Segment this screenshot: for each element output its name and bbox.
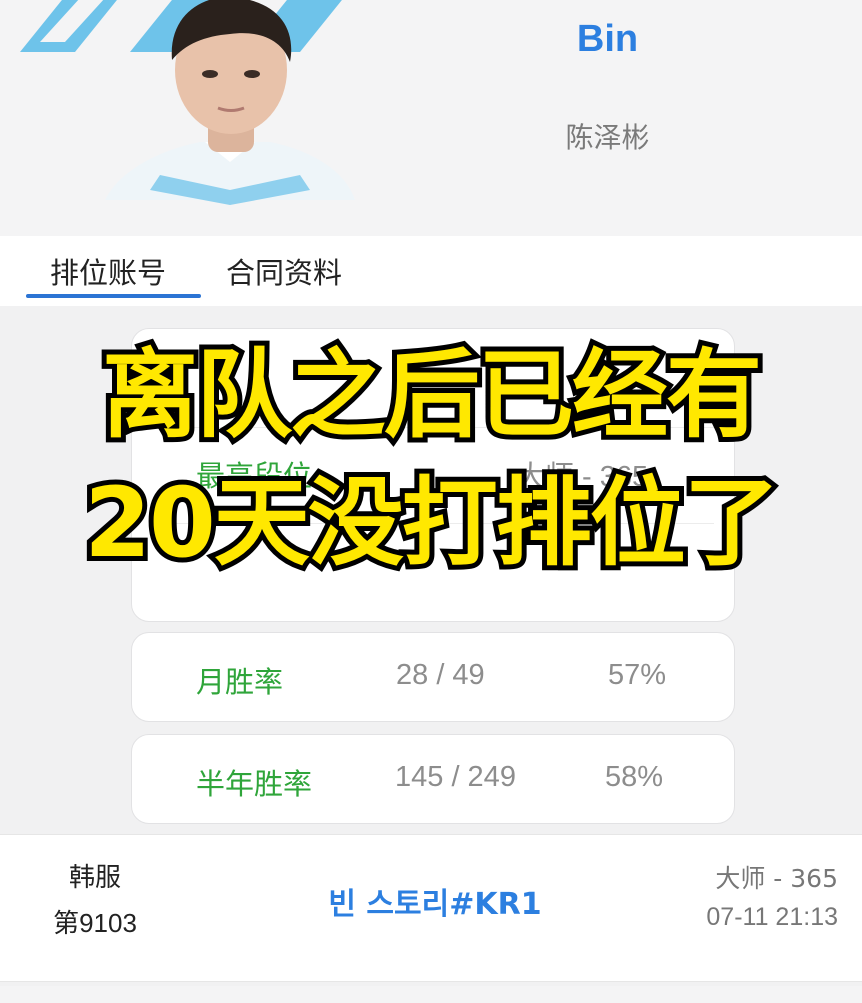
account-last-played: 07-11 21:13 [706,903,838,931]
monthly-rate: 57% [608,659,667,691]
active-tab-indicator [26,294,201,298]
half-year-rate: 58% [605,761,664,793]
bottom-strip [0,986,862,1003]
player-photo [105,0,355,205]
overlay-caption-line1: 离队之后已经有 [97,335,767,455]
player-header: Bin 陈泽彬 [0,0,862,236]
player-name-cn: 陈泽彬 [565,121,650,154]
tab-ranked-accounts[interactable]: 排位账号 [50,250,166,292]
monthly-record: 28 / 49 [396,659,485,691]
half-year-winrate-card: 半年胜率 145 / 249 58% [131,734,735,824]
monthly-winrate-card: 月胜率 28 / 49 57% [131,632,735,722]
monthly-winrate-label: 月胜率 [196,665,284,699]
tab-bar: 排位账号 合同资料 [0,236,862,306]
half-year-record: 145 / 249 [395,761,516,793]
account-name-link[interactable]: 빈 스토리#KR1 [250,879,620,923]
server-name: 韩服 [68,863,121,893]
ranked-account-row[interactable]: 韩服 第9103 빈 스토리#KR1 大师 - 365 07-11 21:13 [0,834,862,982]
account-tier: 大师 - 365 [715,864,838,893]
overlay-caption-line2: 20天没打排位了 [79,463,785,583]
player-name-en: Bin [576,18,639,60]
tab-contract-info[interactable]: 合同资料 [226,250,342,292]
half-year-winrate-label: 半年胜率 [196,767,313,801]
server-rank: 第9103 [53,908,137,938]
